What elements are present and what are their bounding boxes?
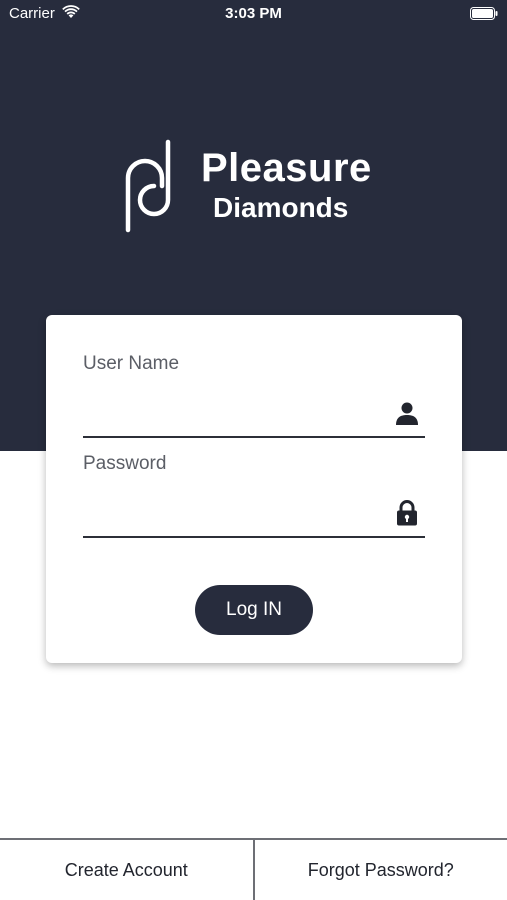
password-underline [83, 536, 425, 538]
password-label: Password [83, 453, 167, 474]
login-card: User Name Password Log IN [46, 315, 462, 663]
brand-name-line2: Diamonds [213, 192, 349, 223]
username-underline [83, 436, 425, 438]
username-input[interactable] [83, 399, 383, 433]
password-input[interactable] [83, 498, 383, 532]
bottom-bar: Create Account Forgot Password? [0, 838, 507, 900]
login-button[interactable]: Log IN [195, 585, 313, 635]
clock: 3:03 PM [225, 5, 282, 22]
status-bar: Carrier 3:03 PM [0, 0, 507, 28]
forgot-password-button[interactable]: Forgot Password? [254, 840, 507, 900]
lock-icon [397, 500, 417, 526]
brand-name-line1: Pleasure [201, 146, 372, 190]
battery-icon [470, 7, 498, 20]
create-account-button[interactable]: Create Account [0, 840, 253, 900]
logo-mark-icon [125, 139, 171, 233]
person-icon [396, 402, 418, 425]
username-label: User Name [83, 353, 180, 374]
brand-logo: Pleasure Diamonds [124, 138, 394, 234]
